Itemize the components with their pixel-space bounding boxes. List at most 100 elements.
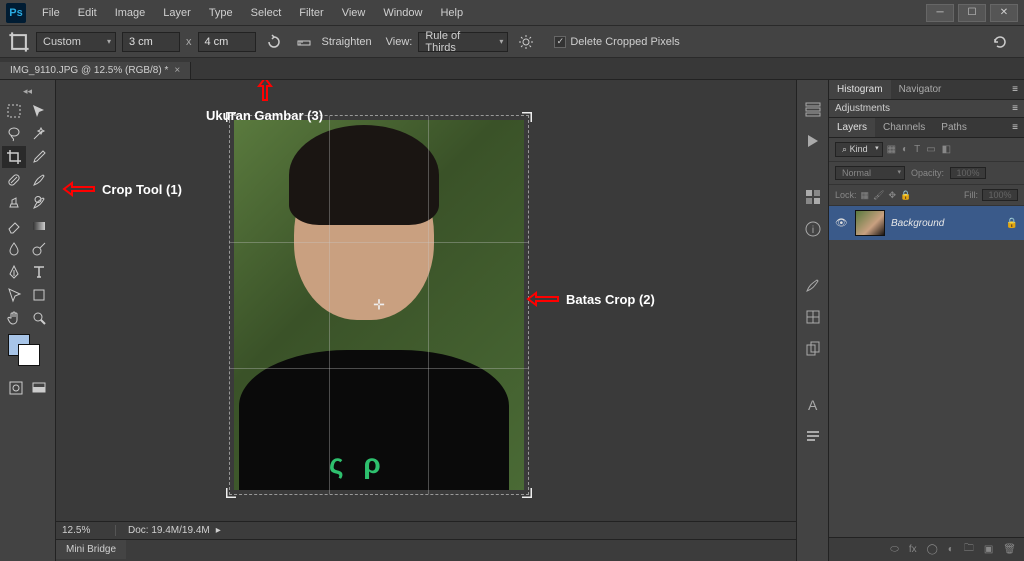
background-swatch[interactable] [18, 344, 40, 366]
document-tab[interactable]: IMG_9110.JPG @ 12.5% (RGB/8) * × [0, 62, 191, 79]
rect-marquee-tool[interactable] [2, 100, 26, 122]
strip-brush-presets-icon[interactable] [802, 306, 824, 328]
strip-character-icon[interactable]: A [802, 394, 824, 416]
link-layers-icon[interactable]: ⬭ [890, 544, 899, 555]
crop-height-input[interactable]: 4 cm [198, 32, 256, 52]
strip-paragraph-icon[interactable] [802, 426, 824, 448]
filter-type-icon[interactable]: T [914, 144, 920, 155]
brush-tool[interactable] [27, 169, 51, 191]
minimize-button[interactable]: ─ [926, 4, 954, 22]
menu-view[interactable]: View [334, 3, 374, 23]
blend-mode-dropdown[interactable]: Normal [835, 166, 905, 180]
gradient-tool[interactable] [27, 215, 51, 237]
rotate-icon[interactable] [262, 31, 286, 53]
fill-input[interactable]: 100% [982, 189, 1018, 201]
delete-cropped-checkbox[interactable]: ✓ Delete Cropped Pixels [554, 36, 679, 48]
screenmode-icon[interactable] [29, 377, 50, 399]
path-select-tool[interactable] [2, 284, 26, 306]
document-tab-close-icon[interactable]: × [174, 65, 180, 76]
layer-filter-icons[interactable]: ▦ ◐ T ▭ ◧ [887, 144, 952, 155]
canvas[interactable]: ς ρ ✛ [234, 120, 524, 490]
pen-tool[interactable] [2, 261, 26, 283]
straighten-icon[interactable] [292, 31, 316, 53]
filter-smart-icon[interactable]: ◧ [942, 144, 951, 155]
lock-trans-icon[interactable]: ▦ [861, 190, 870, 201]
zoom-tool[interactable] [27, 307, 51, 329]
strip-actions-icon[interactable] [802, 130, 824, 152]
strip-brush-icon[interactable] [802, 274, 824, 296]
clone-stamp-tool[interactable] [2, 192, 26, 214]
tab-navigator[interactable]: Navigator [891, 80, 950, 99]
strip-swatches-icon[interactable] [802, 186, 824, 208]
crop-overlay-dropdown[interactable]: Rule of Thirds [418, 32, 508, 52]
filter-adjust-icon[interactable]: ◐ [902, 144, 908, 155]
lock-all-icon[interactable]: 🔒 [900, 190, 911, 201]
tab-paths[interactable]: Paths [933, 118, 975, 137]
move-tool[interactable] [27, 100, 51, 122]
crop-tool[interactable] [2, 146, 26, 168]
strip-info-icon[interactable]: i [802, 218, 824, 240]
delete-layer-icon[interactable]: 🗑 [1003, 544, 1016, 555]
doc-info-arrow-icon[interactable]: ▸ [216, 525, 221, 536]
layer-mask-icon[interactable]: ◯ [927, 544, 938, 555]
crop-width-input[interactable]: 3 cm [122, 32, 180, 52]
healing-tool[interactable] [2, 169, 26, 191]
color-swatches[interactable] [2, 330, 53, 374]
panel-menu-icon[interactable]: ≡ [1012, 103, 1018, 114]
canvas-area[interactable]: ς ρ ✛ Crop Tool (1) Ukuran G [56, 80, 796, 561]
panel-menu-icon[interactable]: ≡ [1006, 122, 1024, 133]
tab-channels[interactable]: Channels [875, 118, 933, 137]
mini-bridge-bar: Mini Bridge [56, 539, 796, 561]
layer-fx-icon[interactable]: fx [909, 544, 917, 555]
toolbar-collapse-icon[interactable]: ◂◂ [2, 84, 53, 99]
maximize-button[interactable]: ☐ [958, 4, 986, 22]
filter-pixel-icon[interactable]: ▦ [887, 144, 896, 155]
menu-help[interactable]: Help [432, 3, 471, 23]
hand-tool[interactable] [2, 307, 26, 329]
close-button[interactable]: ✕ [990, 4, 1018, 22]
eraser-tool[interactable] [2, 215, 26, 237]
mini-bridge-tab[interactable]: Mini Bridge [56, 540, 126, 559]
eyedropper-tool[interactable] [27, 146, 51, 168]
layer-thumbnail[interactable] [855, 210, 885, 236]
layer-group-icon[interactable]: 🗀 [964, 541, 974, 558]
zoom-input[interactable]: 12.5% [56, 525, 116, 536]
layer-kind-dropdown[interactable]: ⌕ Kind [835, 142, 883, 157]
menu-file[interactable]: File [34, 3, 68, 23]
layer-visibility-icon[interactable]: 👁 [835, 218, 849, 229]
menu-filter[interactable]: Filter [291, 3, 331, 23]
layer-row-background[interactable]: 👁 Background 🔒 [829, 206, 1024, 240]
menu-window[interactable]: Window [375, 3, 430, 23]
crop-preset-dropdown[interactable]: Custom [36, 32, 116, 52]
tab-layers[interactable]: Layers [829, 118, 875, 137]
opacity-input[interactable]: 100% [950, 167, 986, 179]
magic-wand-tool[interactable] [27, 123, 51, 145]
filter-shape-icon[interactable]: ▭ [926, 144, 935, 155]
menu-select[interactable]: Select [243, 3, 290, 23]
menu-layer[interactable]: Layer [155, 3, 199, 23]
reset-bar-icon[interactable] [988, 31, 1012, 53]
history-brush-tool[interactable] [27, 192, 51, 214]
doc-size-label: Doc: 19.4M/19.4M [128, 525, 210, 536]
menu-image[interactable]: Image [107, 3, 154, 23]
blur-tool[interactable] [2, 238, 26, 260]
crop-settings-gear-icon[interactable] [514, 31, 538, 53]
type-tool[interactable] [27, 261, 51, 283]
crop-tool-indicator-icon[interactable] [8, 31, 30, 53]
new-layer-icon[interactable]: ▣ [984, 544, 993, 555]
adjustment-layer-icon[interactable]: ◐ [948, 544, 954, 555]
tab-histogram[interactable]: Histogram [829, 80, 891, 99]
lasso-tool[interactable] [2, 123, 26, 145]
shape-tool[interactable] [27, 284, 51, 306]
strip-clone-icon[interactable] [802, 338, 824, 360]
lock-move-icon[interactable]: ✥ [888, 190, 896, 201]
panel-menu-icon[interactable]: ≡ [1006, 84, 1024, 95]
adjustments-label[interactable]: Adjustments [835, 103, 890, 114]
layer-name-label[interactable]: Background [891, 218, 944, 229]
quickmask-icon[interactable] [6, 377, 27, 399]
dodge-tool[interactable] [27, 238, 51, 260]
lock-paint-icon[interactable]: 🖌 [873, 190, 884, 201]
menu-edit[interactable]: Edit [70, 3, 105, 23]
menu-type[interactable]: Type [201, 3, 241, 23]
strip-history-icon[interactable] [802, 98, 824, 120]
